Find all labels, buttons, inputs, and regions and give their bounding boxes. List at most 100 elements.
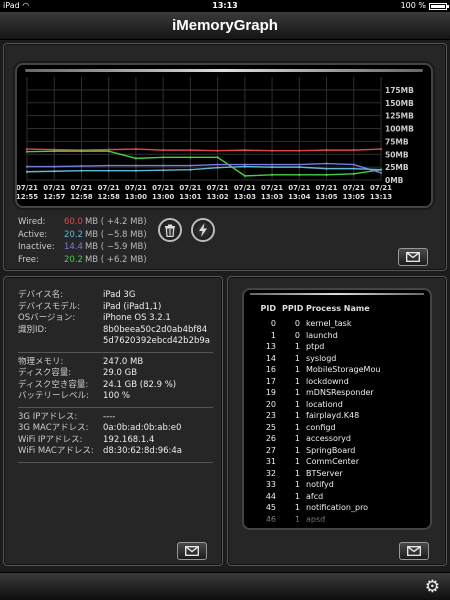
process-row[interactable]: 27 1 SpringBoard [244,445,426,457]
process-row[interactable]: 23 1 fairplayd.K48 [244,410,426,422]
pid-header: PID [260,304,276,313]
device-info-value: d8:30:62:8d:96:4a [103,446,182,456]
device-info-row: バッテリーレベル: 100 % [18,391,213,403]
x-tick-label-time: 13:05 [343,193,365,201]
x-tick-label-time: 12:57 [43,193,65,201]
pid-cell: 20 [265,399,276,409]
device-info-key: WiFi MACアドレス: [18,446,94,456]
app-screen: iPad ◠ 13:13 100 % iMemoryGraph 0MB 25MB 5… [0,0,450,600]
x-tick-label-date: 07/21 [43,184,65,192]
process-name-cell: accessoryd [306,434,351,443]
x-tick-label-date: 07/21 [261,184,283,192]
process-list-highlight [250,293,424,295]
series-point [162,164,165,167]
series-point [53,165,56,168]
process-name-cell: CommCenter [306,457,359,466]
legend-inactive-delta: MB ( −5.9 MB) [84,242,147,252]
series-point [134,148,138,151]
divider [18,351,213,353]
x-tick-label-date: 07/21 [370,184,392,192]
x-tick-label-time: 13:03 [234,193,256,201]
device-info-row: 3G IPアドレス: ---- [18,412,213,424]
device-info-key: 3G MACアドレス: [18,423,89,433]
gear-icon[interactable]: ⚙ [425,577,440,597]
flash-button[interactable] [191,218,215,242]
device-info-key [18,336,103,348]
legend-inactive: Inactive: 14.4 MB ( −5.9 MB) [18,241,147,254]
series-point [243,174,246,177]
process-row[interactable]: 44 1 afcd [244,491,426,503]
series-point [325,162,328,165]
process-row[interactable]: 16 1 MobileStorageMou [244,364,426,376]
process-name-cell: lockdownd [306,376,349,386]
pid-cell: 0 [270,319,276,328]
device-info-value: 8b0beea50c2d0ab4bf84 [103,324,208,335]
ppid-cell: 1 [294,468,300,478]
device-info-row: ディスク容量: 29.0 GB [18,368,213,380]
device-info-value: 247.0 MB [103,356,144,367]
process-name-cell: afcd [306,491,324,501]
mail-process-button[interactable] [399,542,429,560]
process-row[interactable]: 19 1 mDNSResponder [244,387,426,399]
device-info-row: WiFi MACアドレス: d8:30:62:8d:96:4a [18,446,213,458]
series-point [270,149,274,152]
series-point [325,167,328,170]
process-row[interactable]: 32 1 BTServer [244,468,426,480]
legend-wired-delta: MB ( +4.2 MB) [84,217,147,227]
series-point [53,150,56,153]
process-row[interactable]: 14 1 syslogd [244,353,426,365]
series-point [379,171,383,174]
pid-cell: 25 [265,422,276,432]
legend-free-label: Free: [18,254,39,265]
memory-chart: 0MB 25MB 50MB 75MB 100MB 125MB 150MB 175MB 07/21… [15,63,433,208]
y-tick-label: 50MB [385,150,409,159]
process-row[interactable]: 13 1 ptpd [244,341,426,353]
series-point [80,164,83,168]
device-info-value: ---- [103,411,116,422]
pid-cell: 23 [265,411,276,420]
x-tick-label-time: 13:00 [152,193,174,201]
device-info-value: 0a:0b:ad:0b:ab:e0 [103,423,182,433]
process-name-cell: kernel_task [306,319,352,328]
mail-device-button[interactable] [177,542,207,560]
pid-cell: 27 [265,445,276,455]
pid-cell: 44 [265,491,276,501]
series-point [379,168,383,171]
process-row[interactable]: 33 1 notifyd [244,479,426,491]
y-tick-label: 25MB [385,163,409,172]
series-point [189,164,192,167]
process-row[interactable]: 1 0 launchd [244,330,426,342]
legend-inactive-value: 14.4 [64,242,83,252]
y-tick-label: 175MB [385,86,414,95]
process-row[interactable]: 26 1 accessoryd [244,433,426,445]
device-info-key: WiFi IPアドレス: [18,434,83,445]
series-point [25,148,29,151]
device-info-list: デバイス名: iPad 3G デバイスモデル: iPad (iPad1,1) OSバージ… [18,290,213,467]
device-info-row: デバイス名: iPad 3G [18,290,213,302]
process-name-cell: locationd [306,399,343,409]
series-point [162,169,165,172]
device-info-value: 100 % [103,391,131,401]
mail-memory-button[interactable] [398,248,428,266]
divider [18,461,213,463]
series-point [352,163,355,166]
process-row[interactable]: 25 1 configd [244,422,426,434]
ppid-cell: 1 [294,399,300,409]
x-tick-label-time: 12:55 [17,193,38,201]
process-row[interactable]: 0 0 kernel_task [244,318,426,330]
x-tick-label-date: 07/21 [316,184,338,192]
x-tick-label-date: 07/21 [125,184,147,192]
ppid-header: PPID [282,304,304,313]
process-list[interactable]: PID PPID Process Name 0 0 kernel_task 1 0 lau… [242,288,432,530]
process-name-header: Process Name [306,304,370,313]
process-row[interactable]: 20 1 locationd [244,399,426,411]
battery-icon [429,2,449,10]
x-tick-label-time: 12:58 [98,193,120,201]
x-tick-label-date: 07/21 [234,184,256,192]
device-info-key: バッテリーレベル: [18,391,89,401]
legend-wired-label: Wired: [18,217,46,227]
process-row[interactable]: 31 1 CommCenter [244,456,426,468]
trash-button[interactable] [158,218,182,242]
process-row[interactable]: 17 1 lockdownd [244,376,426,388]
ppid-cell: 1 [294,445,300,455]
